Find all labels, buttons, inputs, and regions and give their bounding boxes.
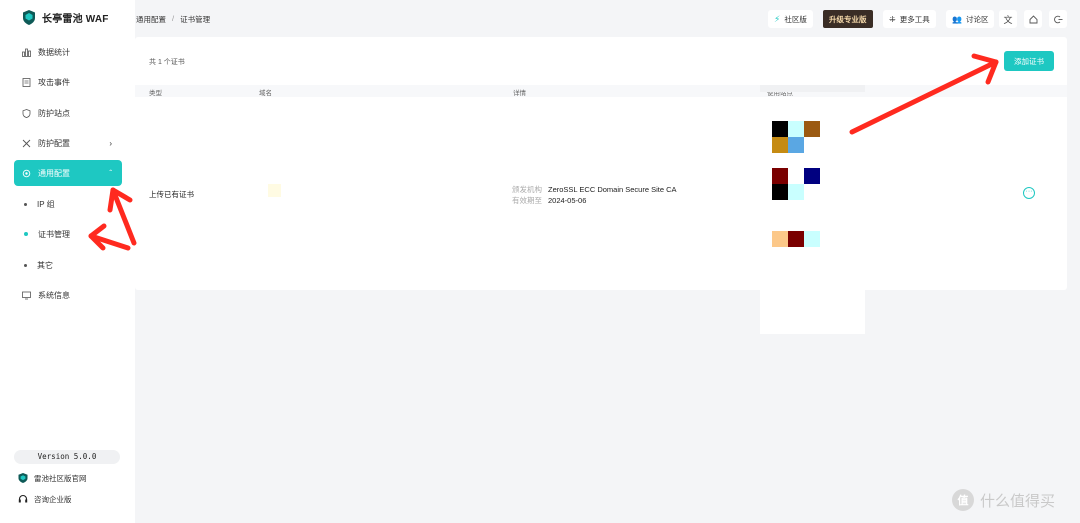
community-edition-label: 社区版: [784, 14, 807, 24]
column-header-domain: 域名: [259, 90, 272, 97]
sidebar-item-general-config[interactable]: 通用配置 ˆ: [14, 160, 122, 186]
breadcrumb: 通用配置 / 证书管理: [136, 14, 210, 25]
headset-icon: [18, 494, 28, 503]
sidebar-subitem-label: 其它: [37, 260, 53, 270]
expiry-label: 有效期至: [512, 196, 542, 205]
chevron-right-icon: ›: [109, 138, 112, 148]
breadcrumb-separator: /: [172, 14, 175, 23]
more-tools-button[interactable]: ⁜ 更多工具: [883, 10, 936, 28]
shield-logo-icon: [23, 9, 35, 25]
grid-icon: ⁜: [889, 14, 896, 24]
bullet-icon: [24, 202, 27, 206]
community-site-link[interactable]: 雷池社区版官网: [18, 471, 87, 485]
certificate-card: 共 1 个证书 添加证书 类型 域名 详情 使用站点 上传已有证书 颁发机构 Ze…: [135, 37, 1067, 334]
upgrade-pro-label: 升级专业版: [829, 14, 867, 24]
sidebar-item-protection-config[interactable]: 防护配置 ›: [14, 130, 122, 156]
topbar: 通用配置 / 证书管理 ⚡ 社区版 升级专业版 ⁜ 更多工具 👥 讨论区 文: [135, 0, 1080, 36]
certificate-detail: 颁发机构 ZeroSSL ECC Domain Secure Site CA 有效…: [512, 184, 677, 206]
sidebar: 长亭雷池 WAF 数据统计 攻击事件 防护站点 防护配置 › 通用配置 ˆ IP…: [0, 0, 135, 523]
column-header-type: 类型: [149, 90, 162, 97]
footer-link-label: 雷池社区版官网: [34, 473, 87, 483]
certificate-count: 共 1 个证书: [149, 59, 185, 66]
sidebar-item-protected-sites[interactable]: 防护站点: [14, 100, 122, 126]
breadcrumb-parent[interactable]: 通用配置: [136, 14, 166, 25]
discussion-button[interactable]: 👥 讨论区: [946, 10, 995, 28]
sidebar-item-statistics[interactable]: 数据统计: [14, 39, 122, 65]
enterprise-consult-link[interactable]: 咨询企业版: [18, 492, 72, 506]
sidebar-item-label: 防护配置: [38, 138, 70, 148]
redaction-block: [804, 231, 820, 247]
watermark-logo: 值: [952, 489, 974, 511]
redaction-block: [772, 121, 788, 137]
chevron-up-icon: ˆ: [109, 168, 112, 178]
tools-icon: [22, 139, 31, 147]
more-actions-icon[interactable]: ···: [1023, 187, 1035, 199]
redaction-block: [788, 231, 804, 247]
sidebar-item-system-info[interactable]: 系统信息: [14, 282, 122, 308]
app-title: 长亭雷池 WAF: [42, 13, 109, 25]
table-header: 类型 域名 详情 使用站点: [135, 85, 1067, 97]
sidebar-subitem-ip-group[interactable]: IP 组: [24, 197, 55, 211]
bar-chart-icon: [22, 48, 31, 57]
logout-button[interactable]: [1049, 10, 1067, 28]
shield-logo-icon: [18, 473, 28, 483]
bullet-icon: [24, 263, 27, 267]
language-button[interactable]: 文: [999, 10, 1017, 28]
column-header-detail: 详情: [513, 90, 526, 97]
redaction-block: [772, 137, 788, 153]
sidebar-item-label: 攻击事件: [38, 77, 70, 87]
breadcrumb-current: 证书管理: [180, 15, 211, 24]
users-icon: 👥: [952, 14, 962, 24]
redaction-block: [804, 168, 820, 184]
sidebar-subitem-certificate-management[interactable]: 证书管理: [24, 227, 70, 241]
sidebar-subitem-label: IP 组: [37, 199, 55, 209]
shield-icon: [22, 108, 31, 118]
watermark: 值 什么值得买: [952, 489, 1055, 511]
domain-redacted: [268, 184, 281, 197]
used-sites-redacted: [760, 85, 865, 334]
redaction-block: [804, 121, 820, 137]
discussion-label: 讨论区: [965, 14, 989, 24]
monitor-icon: [22, 291, 31, 299]
sidebar-subitem-other[interactable]: 其它: [24, 258, 53, 272]
certificate-type: 上传已有证书: [149, 190, 194, 199]
home-button[interactable]: [1024, 10, 1042, 28]
lightning-icon: ⚡: [774, 13, 781, 24]
redaction-block: [772, 184, 788, 200]
redaction-block: [788, 137, 804, 153]
sidebar-subitem-label: 证书管理: [38, 229, 70, 239]
logout-icon: [1053, 15, 1062, 23]
redaction-block: [788, 184, 804, 200]
expiry-value: 2024-05-06: [548, 196, 587, 205]
redaction-block: [788, 121, 804, 137]
document-icon: [22, 77, 31, 87]
app-logo[interactable]: 长亭雷池 WAF: [22, 9, 109, 25]
sidebar-item-label: 系统信息: [38, 290, 70, 300]
sidebar-item-label: 通用配置: [38, 168, 70, 178]
translate-icon: 文: [1003, 14, 1013, 25]
home-icon: [1029, 14, 1037, 23]
gear-icon: [22, 169, 31, 177]
sidebar-item-attack-events[interactable]: 攻击事件: [14, 69, 122, 95]
sidebar-item-label: 数据统计: [38, 47, 70, 57]
more-tools-label: 更多工具: [899, 14, 930, 24]
community-edition-button[interactable]: ⚡ 社区版: [768, 10, 813, 28]
upgrade-pro-button[interactable]: 升级专业版: [823, 10, 873, 28]
version-badge: Version 5.0.0: [14, 450, 120, 464]
bullet-icon: [24, 232, 28, 236]
footer-link-label: 咨询企业版: [34, 494, 72, 504]
sidebar-item-label: 防护站点: [38, 108, 70, 118]
issuer-label: 颁发机构: [512, 185, 542, 194]
issuer-value: ZeroSSL ECC Domain Secure Site CA: [548, 185, 677, 194]
watermark-text: 什么值得买: [980, 492, 1056, 510]
redaction-block: [772, 231, 788, 247]
redaction-block: [772, 168, 788, 184]
add-certificate-button[interactable]: 添加证书: [1004, 51, 1054, 71]
